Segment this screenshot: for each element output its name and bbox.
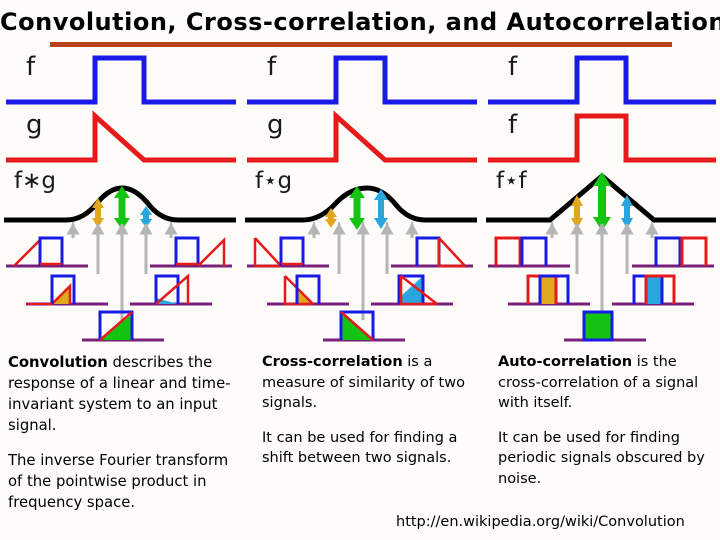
overlap-diagrams-auto <box>488 222 714 342</box>
paragraph-convolution-1: Convolution describes the response of a … <box>8 352 238 436</box>
connector-lines <box>545 222 659 320</box>
waveform-g-sawtooth <box>6 110 236 163</box>
connector-lines <box>66 222 178 320</box>
overlap-panel-far-left <box>488 236 570 268</box>
paragraph-auto-1: Auto-correlation is the cross-correlatio… <box>498 352 716 414</box>
wave-f-convolution: f <box>0 52 238 110</box>
overlap-panel-left <box>26 274 108 306</box>
description-autocorrelation: Auto-correlation is the cross-correlatio… <box>498 352 716 503</box>
overlap-panel-right <box>371 274 453 306</box>
overlap-panel-center <box>564 310 646 342</box>
waveform-auto-triangle <box>486 172 716 231</box>
overlap-grid-convolution <box>0 222 238 342</box>
panel-convolution: f g f∗g <box>0 52 238 342</box>
wave-f-auto-2: f <box>482 110 720 168</box>
term-auto-correlation: Auto-correlation <box>498 354 633 370</box>
waveform-f-rect <box>6 55 236 105</box>
waveform-f-rect-blue <box>488 55 716 105</box>
paragraph-cross-2: It can be used for finding a shift betwe… <box>262 429 458 467</box>
waveform-g-sawtooth <box>247 110 477 163</box>
wave-result-auto: f⋆f <box>482 168 720 231</box>
overlap-panel-far-left <box>6 236 88 268</box>
wave-g-convolution: g <box>0 110 238 168</box>
waveform-cross-bump <box>245 185 477 230</box>
slide-canvas: Convolution, Cross-correlation, and Auto… <box>0 0 720 540</box>
page-title: Convolution, Cross-correlation, and Auto… <box>0 8 720 36</box>
paragraph-cross-1: Cross-correlation is a measure of simila… <box>262 352 467 414</box>
wave-f-auto-1: f <box>482 52 720 110</box>
overlap-panel-far-left <box>247 236 329 268</box>
panel-autocorrelation: f f f⋆f <box>482 52 720 342</box>
wave-g-cross: g <box>241 110 479 168</box>
overlap-grid-cross <box>241 222 479 342</box>
connector-lines <box>307 222 419 320</box>
overlap-panel-right <box>130 273 212 306</box>
panel-cross-correlation: f g f⋆g <box>241 52 479 342</box>
title-underline-rule <box>50 42 672 47</box>
waveform-f-rect <box>247 55 477 105</box>
overlap-grid-auto <box>482 222 720 342</box>
overlap-panel-far-right <box>150 236 232 268</box>
term-convolution: Convolution <box>8 354 108 371</box>
overlap-panel-right <box>612 274 694 306</box>
wave-result-convolution: f∗g <box>0 168 238 230</box>
overlap-diagrams-convolution <box>6 222 232 342</box>
description-cross-correlation: Cross-correlation is a measure of simila… <box>262 352 467 483</box>
overlap-panel-left <box>508 274 590 306</box>
overlap-diagrams-cross <box>247 222 473 342</box>
waveform-f-rect-red <box>488 113 716 163</box>
wave-f-cross: f <box>241 52 479 110</box>
source-url-link[interactable]: http://en.wikipedia.org/wiki/Convolution <box>396 514 685 530</box>
waveform-convolution-bump <box>4 185 236 230</box>
description-convolution: Convolution describes the response of a … <box>8 352 238 527</box>
overlap-panel-left <box>267 274 349 306</box>
term-cross-correlation: Cross-correlation <box>262 354 403 370</box>
overlap-panel-far-right <box>391 236 473 268</box>
paragraph-convolution-2: The inverse Fourier transform of the poi… <box>8 452 229 511</box>
wave-result-cross: f⋆g <box>241 168 479 230</box>
overlap-panel-far-right <box>632 236 714 268</box>
paragraph-auto-2: It can be used for finding periodic sign… <box>498 429 705 487</box>
